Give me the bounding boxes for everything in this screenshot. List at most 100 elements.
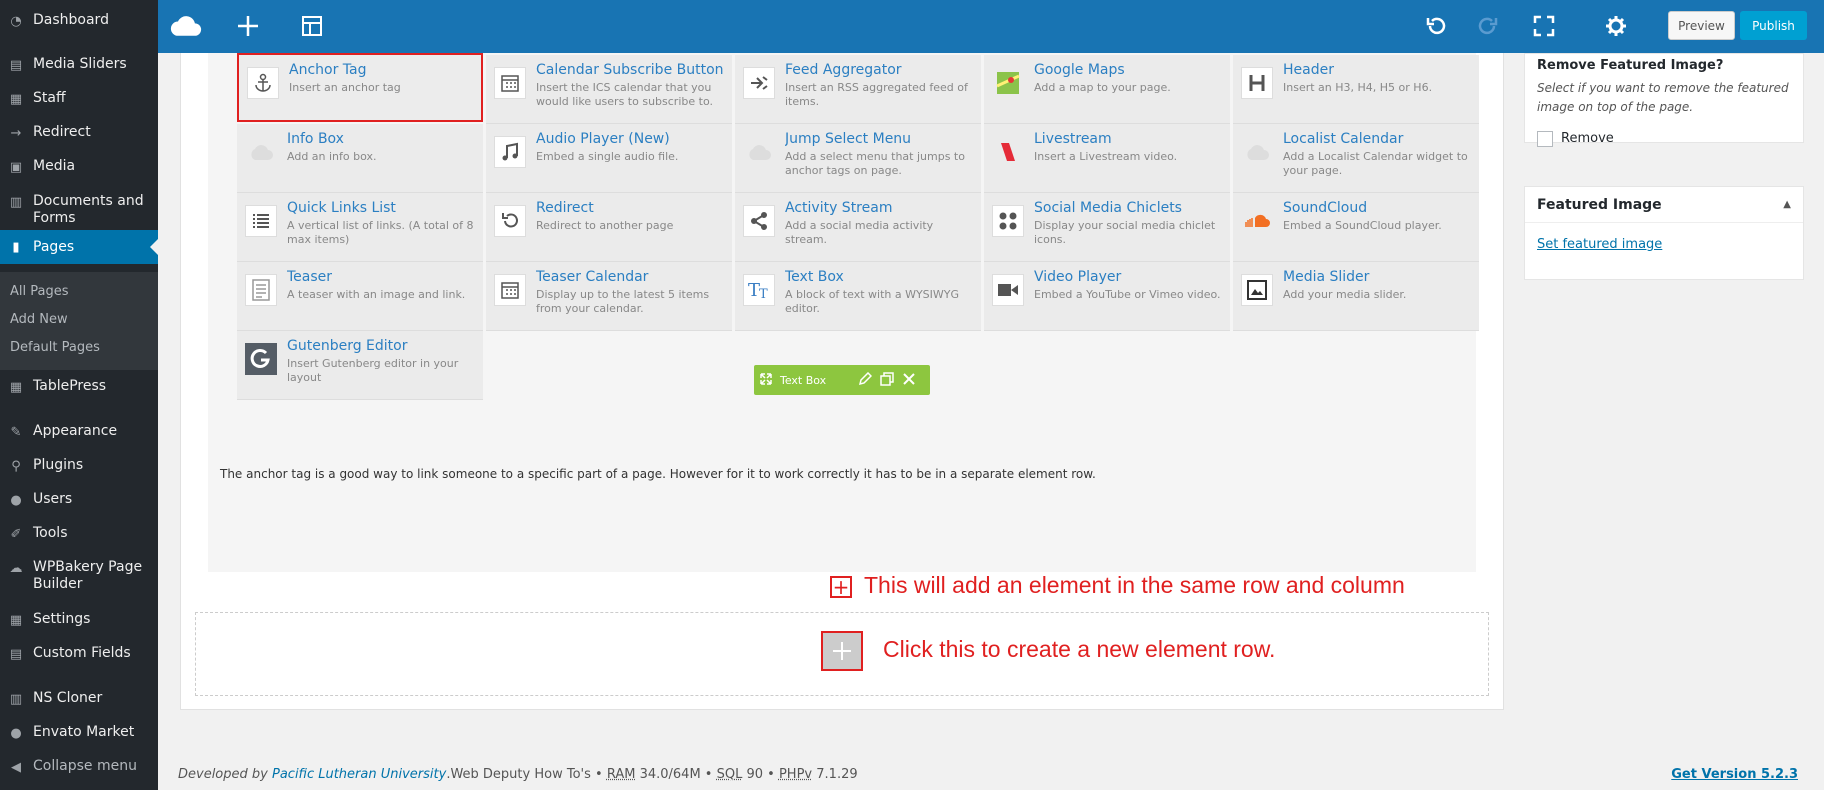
publish-button[interactable]: Publish [1740, 11, 1807, 40]
element-header[interactable]: Header Insert an H3, H4, H5 or H6. [1233, 55, 1479, 124]
move-icon[interactable] [760, 372, 772, 388]
footer: Developed by Pacific Lutheran University… [178, 767, 1798, 782]
remove-checkbox[interactable] [1537, 131, 1553, 147]
element-gutenberg-editor[interactable]: Gutenberg Editor Insert Gutenberg editor … [237, 331, 483, 400]
undo-icon[interactable] [1420, 10, 1452, 42]
element-title: Calendar Subscribe Button [536, 62, 724, 78]
redo-icon[interactable] [1472, 10, 1504, 42]
sidebar-item-label: Users [33, 491, 73, 507]
element-soundcloud[interactable]: SoundCloud Embed a SoundCloud player. [1233, 193, 1479, 262]
submenu-item[interactable]: Add New [10, 312, 68, 327]
sidebar-item-label: Custom Fields [33, 645, 131, 661]
sidebar-item-documents-and-forms[interactable]: ▥ Documents and Forms [0, 193, 158, 227]
element-media-slider[interactable]: Media Slider Add your media slider. [1233, 262, 1479, 331]
element-text-box[interactable]: T T Text Box A block of text with a WYSIWYG… [735, 262, 981, 331]
element-title: Feed Aggregator [785, 62, 902, 78]
sidebar-item-tablepress[interactable]: ▦ TablePress [0, 378, 158, 395]
header-h-icon [1241, 67, 1273, 99]
element-title: Google Maps [1034, 62, 1125, 78]
templates-icon[interactable] [296, 10, 328, 42]
textbox-content[interactable]: The anchor tag is a good way to link som… [220, 467, 1096, 481]
collapse-arrow-icon[interactable]: ▲ [1783, 199, 1791, 210]
settings-gear-icon[interactable] [1600, 10, 1632, 42]
element-info-box[interactable]: Info Box Add an info box. [237, 124, 483, 193]
sidebar-item-collapse-menu[interactable]: ◀ Collapse menu [0, 758, 158, 775]
submenu-item[interactable]: Default Pages [10, 340, 100, 355]
element-teaser-calendar[interactable]: Teaser Calendar Display up to the latest … [486, 262, 732, 331]
settings-icon: ▦ [9, 612, 23, 628]
submenu-item[interactable]: All Pages [10, 284, 69, 299]
textbox-element-controls: Text Box [754, 365, 930, 395]
sidebar-item-wpbakery-page-builder[interactable]: ☁ WPBakery Page Builder [0, 559, 158, 593]
sidebar-item-appearance[interactable]: ✎ Appearance [0, 423, 158, 440]
sidebar-item-label: Redirect [33, 124, 91, 140]
add-element-same-row-button[interactable]: + [830, 576, 852, 598]
add-element-icon[interactable] [232, 10, 264, 42]
element-activity-stream[interactable]: Activity Stream Add a social media activi… [735, 193, 981, 262]
video-camera-icon [992, 274, 1024, 306]
soundcloud-icon [1241, 205, 1273, 237]
svg-text:T: T [759, 287, 768, 300]
staff-icon: ▦ [9, 91, 23, 107]
element-title: Redirect [536, 200, 594, 216]
cloud-icon [1241, 136, 1273, 168]
element-quick-links-list[interactable]: Quick Links List A vertical list of links… [237, 193, 483, 262]
element-description: Insert the ICS calendar that you would l… [536, 81, 713, 108]
element-description: Insert Gutenberg editor in your layout [287, 357, 459, 384]
footer-org-link[interactable]: Pacific Lutheran University [272, 767, 446, 782]
fullscreen-icon[interactable] [1528, 10, 1560, 42]
element-video-player[interactable]: Video Player Embed a YouTube or Vimeo vid… [984, 262, 1230, 331]
element-title: Video Player [1034, 269, 1122, 285]
sidebar-item-plugins[interactable]: ⚲ Plugins [0, 457, 158, 474]
element-title: Teaser [287, 269, 333, 285]
element-feed-aggregator[interactable]: Feed Aggregator Insert an RSS aggregated … [735, 55, 981, 124]
element-audio-player-new-[interactable]: Audio Player (New) Embed a single audio f… [486, 124, 732, 193]
element-calendar-subscribe-button[interactable]: Calendar Subscribe Button Insert the ICS … [486, 55, 732, 124]
clone-icon[interactable] [880, 371, 894, 389]
sidebar-item-media-sliders[interactable]: ▤ Media Sliders [0, 56, 158, 73]
edit-pencil-icon[interactable] [858, 371, 873, 389]
sidebar-item-tools[interactable]: ✐ Tools [0, 525, 158, 542]
sidebar-item-label: Dashboard [33, 12, 109, 28]
add-new-row-button[interactable] [821, 631, 863, 671]
element-description: Add a map to your page. [1034, 81, 1171, 94]
cloud-icon [245, 136, 277, 168]
sidebar-item-pages[interactable]: ▮ Pages [0, 230, 158, 264]
feed-aggregator-icon [743, 67, 775, 99]
admin-sidebar: ◔ Dashboard ▤ Media Sliders ▦ Staff → Redirect ▣… [0, 0, 158, 790]
sidebar-item-settings[interactable]: ▦ Settings [0, 611, 158, 628]
sidebar-item-dashboard[interactable]: ◔ Dashboard [0, 12, 158, 29]
chiclets-icon [992, 205, 1024, 237]
element-redirect[interactable]: Redirect Redirect to another page [486, 193, 732, 262]
element-jump-select-menu[interactable]: Jump Select Menu Add a select menu that j… [735, 124, 981, 193]
sidebar-item-users[interactable]: ● Users [0, 491, 158, 508]
sidebar-item-ns-cloner[interactable]: ▥ NS Cloner [0, 690, 158, 707]
element-title: Text Box [785, 269, 844, 285]
sidebar-item-label: Settings [33, 611, 91, 627]
element-title: Activity Stream [785, 200, 893, 216]
sidebar-item-label: Staff [33, 90, 66, 106]
preview-button[interactable]: Preview [1668, 11, 1735, 40]
sidebar-item-envato-market[interactable]: ● Envato Market [0, 724, 158, 741]
element-anchor-tag[interactable]: Anchor Tag Insert an anchor tag [237, 53, 483, 122]
element-livestream[interactable]: Livestream Insert a Livestream video. [984, 124, 1230, 193]
element-localist-calendar[interactable]: Localist Calendar Add a Localist Calendar… [1233, 124, 1479, 193]
sidebar-item-media[interactable]: ▣ Media [0, 158, 158, 175]
get-version-link[interactable]: Get Version 5.2.3 [1671, 767, 1798, 782]
envato-leaf-icon: ● [10, 725, 22, 741]
sidebar-item-redirect[interactable]: → Redirect [0, 124, 158, 141]
sidebar-item-custom-fields[interactable]: ▤ Custom Fields [0, 645, 158, 662]
element-social-media-chiclets[interactable]: Social Media Chiclets Display your social… [984, 193, 1230, 262]
sliders-icon: ▤ [9, 57, 23, 73]
remove-featured-desc: Select if you want to remove the feature… [1537, 81, 1789, 114]
element-title: Livestream [1034, 131, 1112, 147]
sidebar-item-staff[interactable]: ▦ Staff [0, 90, 158, 107]
pages-submenu: All Pages Add New Default Pages [0, 272, 158, 370]
element-teaser[interactable]: Teaser A teaser with an image and link. [237, 262, 483, 331]
set-featured-image-link[interactable]: Set featured image [1537, 237, 1662, 252]
element-google-maps[interactable]: Google Maps Add a map to your page. [984, 55, 1230, 124]
footer-ram: 34.0/64M • [639, 767, 717, 782]
wpbakery-logo-icon[interactable] [170, 10, 202, 42]
cloud-icon [743, 136, 775, 168]
delete-x-icon[interactable] [902, 372, 916, 389]
